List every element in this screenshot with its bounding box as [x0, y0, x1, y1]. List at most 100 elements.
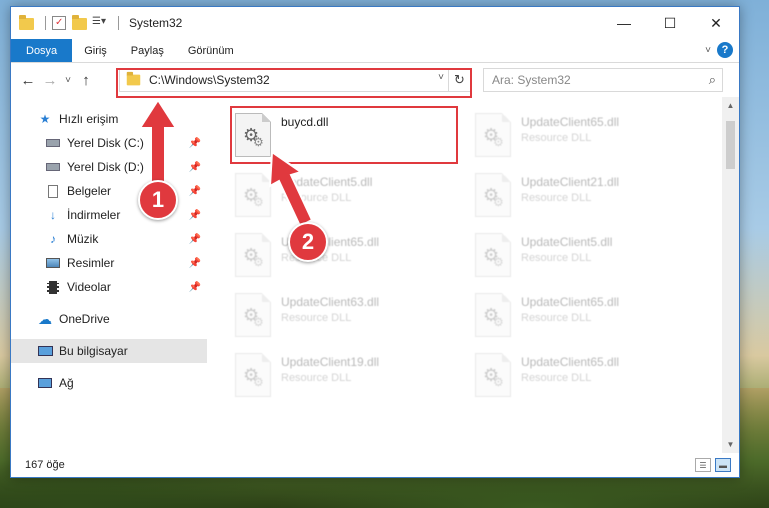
- sidebar-item-label: Hızlı erişim: [59, 112, 119, 126]
- scroll-thumb[interactable]: [726, 121, 735, 169]
- file-item[interactable]: ⚙⚙ UpdateClient65.dll Resource DLL: [473, 349, 703, 401]
- file-type: Resource DLL: [521, 192, 592, 204]
- file-type: Resource DLL: [521, 252, 592, 264]
- scroll-down-icon[interactable]: ▼: [722, 436, 739, 453]
- sidebar-item-label: Yerel Disk (C:): [67, 136, 144, 150]
- file-type: Resource DLL: [521, 132, 592, 144]
- file-type: Resource DLL: [281, 312, 352, 324]
- file-type: Resource DLL: [521, 372, 592, 384]
- sidebar-item-pictures[interactable]: Resimler 📌: [11, 251, 207, 275]
- item-count: 167 öğe: [25, 459, 65, 471]
- close-button[interactable]: ✕: [693, 7, 739, 39]
- computer-icon: [37, 344, 53, 358]
- file-name: UpdateClient65.dll: [521, 115, 620, 129]
- dll-file-icon: ⚙ ⚙: [475, 173, 511, 217]
- sidebar-item-label: Bu bilgisayar: [59, 344, 128, 358]
- file-type: Resource DLL: [521, 312, 592, 324]
- file-type: Resource DLL: [281, 192, 352, 204]
- sidebar-item-onedrive[interactable]: ☁ OneDrive: [11, 307, 207, 331]
- tab-share[interactable]: Paylaş: [119, 39, 176, 62]
- sidebar-item-label: Ağ: [59, 376, 74, 390]
- forward-button[interactable]: →: [39, 72, 61, 89]
- file-name: UpdateClient21.dll: [521, 175, 620, 189]
- pin-icon[interactable]: 📌: [189, 210, 201, 221]
- file-item[interactable]: ⚙ ⚙ UpdateClient21.dll Resource DLL: [473, 169, 703, 221]
- details-view-icon[interactable]: ☰: [695, 458, 711, 472]
- maximize-button[interactable]: ☐: [647, 7, 693, 39]
- pin-icon[interactable]: 📌: [189, 282, 201, 293]
- sidebar-item-label: İndirmeler: [67, 208, 121, 222]
- drive-icon: [45, 136, 61, 150]
- file-highlight-box: [230, 106, 458, 164]
- pictures-icon: [45, 256, 61, 270]
- star-icon: ★: [39, 112, 51, 126]
- sidebar-item-this-pc[interactable]: Bu bilgisayar: [11, 339, 207, 363]
- pin-icon[interactable]: 📌: [189, 138, 201, 149]
- music-icon: ♪: [50, 232, 56, 246]
- search-icon[interactable]: ⌕: [709, 72, 716, 88]
- file-name: UpdateClient65.dll: [521, 355, 620, 369]
- search-input[interactable]: Ara: System32 ⌕: [483, 68, 723, 92]
- file-name: UpdateClient63.dll: [281, 295, 380, 309]
- back-button[interactable]: ←: [17, 72, 39, 89]
- file-item[interactable]: ⚙⚙ UpdateClient65.dll Resource DLL: [473, 289, 703, 341]
- navigation-pane: ★ Hızlı erişim Yerel Disk (C:) 📌 Yerel D…: [11, 97, 207, 453]
- file-name: UpdateClient65.dll: [521, 295, 620, 309]
- file-type: Resource DLL: [281, 372, 352, 384]
- file-item[interactable]: ⚙ ⚙ UpdateClient5.dll Resource DLL: [473, 229, 703, 281]
- vertical-scrollbar[interactable]: ▲ ▼: [722, 97, 739, 453]
- help-icon[interactable]: ?: [717, 42, 733, 58]
- sidebar-item-music[interactable]: ♪ Müzik 📌: [11, 227, 207, 251]
- scroll-up-icon[interactable]: ▲: [722, 97, 739, 114]
- dll-file-icon: ⚙ ⚙: [235, 293, 271, 337]
- sidebar-item-label: Belgeler: [67, 184, 112, 198]
- step-badge-1: 1: [138, 180, 178, 220]
- properties-icon[interactable]: ✓: [52, 16, 66, 30]
- window-controls: — ☐ ✕: [601, 7, 739, 39]
- pin-icon[interactable]: 📌: [189, 162, 201, 173]
- sidebar-item-label: Müzik: [67, 232, 99, 246]
- dll-file-icon: ⚙ ⚙: [475, 113, 511, 157]
- pin-icon[interactable]: 📌: [189, 234, 201, 245]
- recent-locations-button[interactable]: ˅: [61, 75, 75, 86]
- sidebar-item-drive-c[interactable]: Yerel Disk (C:) 📌: [11, 131, 207, 155]
- search-placeholder: Ara: System32: [492, 73, 571, 87]
- file-item[interactable]: ⚙⚙ UpdateClient65.dll Resource DLL: [233, 229, 463, 281]
- folder-icon: [19, 15, 34, 30]
- file-name: UpdateClient19.dll: [281, 355, 380, 369]
- pin-icon[interactable]: 📌: [189, 186, 201, 197]
- divider: [118, 16, 119, 30]
- tab-view[interactable]: Görünüm: [176, 39, 246, 62]
- file-item[interactable]: ⚙ ⚙ UpdateClient5.dll Resource DLL: [233, 169, 463, 221]
- tab-file[interactable]: Dosya: [11, 39, 73, 62]
- divider: [45, 16, 46, 30]
- sidebar-item-videos[interactable]: Videolar 📌: [11, 275, 207, 299]
- minimize-button[interactable]: —: [601, 7, 647, 39]
- dll-file-icon: ⚙ ⚙: [235, 353, 271, 397]
- pin-icon[interactable]: 📌: [189, 258, 201, 269]
- sidebar-item-network[interactable]: Ağ: [11, 371, 207, 395]
- window-title: System32: [129, 16, 183, 30]
- documents-icon: [45, 184, 61, 198]
- sidebar-item-quick-access[interactable]: ★ Hızlı erişim: [11, 107, 207, 131]
- new-folder-icon[interactable]: [72, 15, 87, 30]
- dll-file-icon: ⚙ ⚙: [475, 293, 511, 337]
- file-item[interactable]: ⚙ ⚙ UpdateClient19.dll Resource DLL: [233, 349, 463, 401]
- address-highlight-box: [116, 68, 472, 98]
- dll-file-icon: ⚙ ⚙: [475, 233, 511, 277]
- customize-toolbar-icon[interactable]: ☰▾: [92, 16, 106, 30]
- sidebar-item-drive-d[interactable]: Yerel Disk (D:) 📌: [11, 155, 207, 179]
- file-item[interactable]: ⚙⚙ UpdateClient65.dll Resource DLL: [473, 109, 703, 161]
- file-name: UpdateClient5.dll: [521, 235, 613, 249]
- large-icons-view-icon[interactable]: ▬: [715, 458, 731, 472]
- ribbon-tabs: Dosya Giriş Paylaş Görünüm ˅ ?: [11, 39, 739, 63]
- chevron-down-icon[interactable]: ˅: [705, 45, 711, 56]
- step-badge-2: 2: [288, 222, 328, 262]
- up-button[interactable]: ↑: [75, 72, 97, 89]
- tab-home[interactable]: Giriş: [72, 39, 119, 62]
- videos-icon: [45, 280, 61, 294]
- view-buttons: ☰ ▬: [695, 458, 731, 472]
- sidebar-item-downloads[interactable]: ↓ İndirmeler 📌: [11, 203, 207, 227]
- file-item[interactable]: ⚙ ⚙ UpdateClient63.dll Resource DLL: [233, 289, 463, 341]
